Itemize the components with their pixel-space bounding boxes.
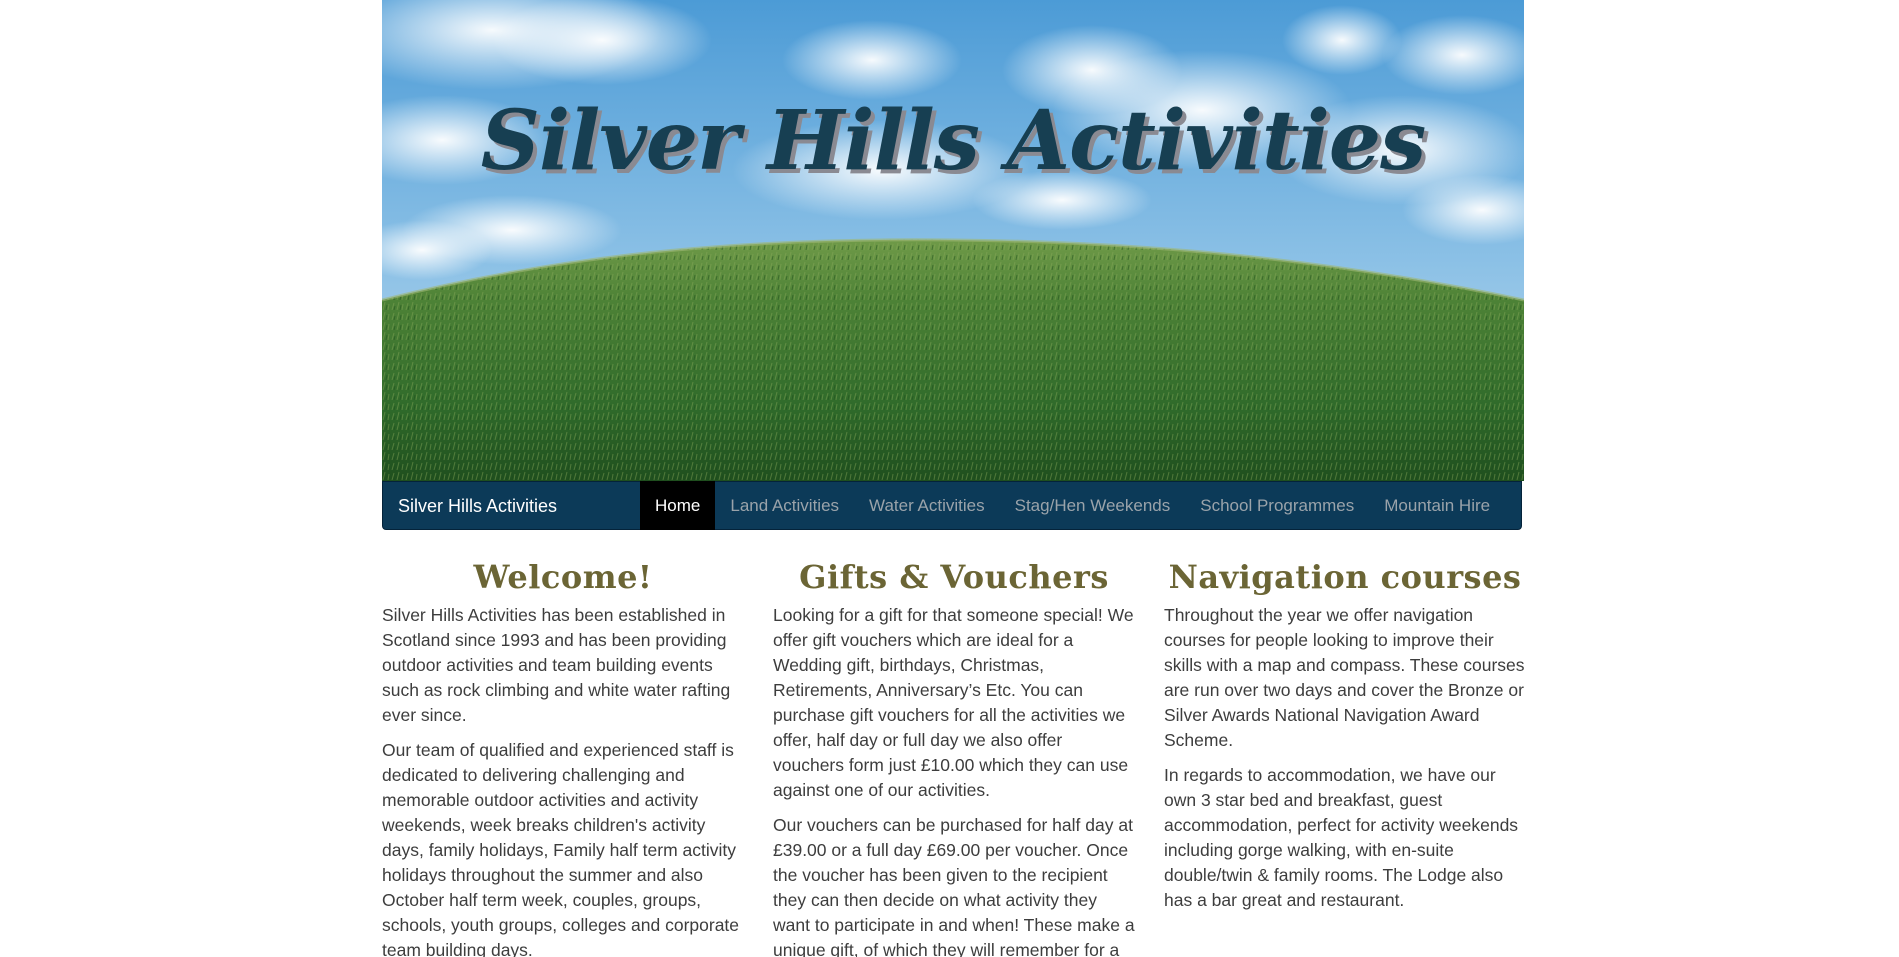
nav-item-mountain-hire[interactable]: Mountain Hire [1369,481,1505,530]
gifts-vouchers-heading: Gifts & Vouchers [799,558,1109,596]
site-title: Silver Hills Activities [480,93,1426,189]
gifts-vouchers-section: Gifts & Vouchers Looking for a gift for … [773,558,1135,957]
welcome-paragraph-1: Silver Hills Activities has been establi… [382,605,731,726]
nav-item-stag-hen-weekends[interactable]: Stag/Hen Weekends [1000,481,1186,530]
welcome-section: Welcome! Silver Hills Activities has bee… [382,558,744,957]
navbar-brand[interactable]: Silver Hills Activities [398,482,557,531]
welcome-heading: Welcome! [473,558,653,596]
nav-item-water-activities[interactable]: Water Activities [854,481,1000,530]
navigation-paragraph-2: In regards to accommodation, we have our… [1164,765,1519,911]
main-container: Silver Hills Activities Silver Hills Act… [382,0,1525,957]
hero-landscape-image [382,0,1524,481]
main-navbar: Silver Hills Activities Home Land Activi… [382,481,1522,530]
nav-item-home[interactable]: Home [640,481,716,530]
navigation-paragraph-1: Throughout the year we offer navigation … [1164,605,1525,751]
gifts-paragraph-1: Looking for a gift for that someone spec… [773,605,1134,801]
navigation-courses-section: Navigation courses Throughout the year w… [1164,558,1526,923]
navigation-courses-heading: Navigation courses [1168,558,1522,596]
gifts-paragraph-2: Our vouchers can be purchased for half d… [773,815,1135,957]
nav-item-school-programmes[interactable]: School Programmes [1185,481,1369,530]
nav-menu: Home Land Activities Water Activities St… [640,481,1505,530]
page: Silver Hills Activities Silver Hills Act… [0,0,1899,957]
hero-banner: Silver Hills Activities [382,0,1524,481]
nav-item-land-activities[interactable]: Land Activities [715,481,854,530]
welcome-paragraph-2: Our team of qualified and experienced st… [382,740,740,957]
